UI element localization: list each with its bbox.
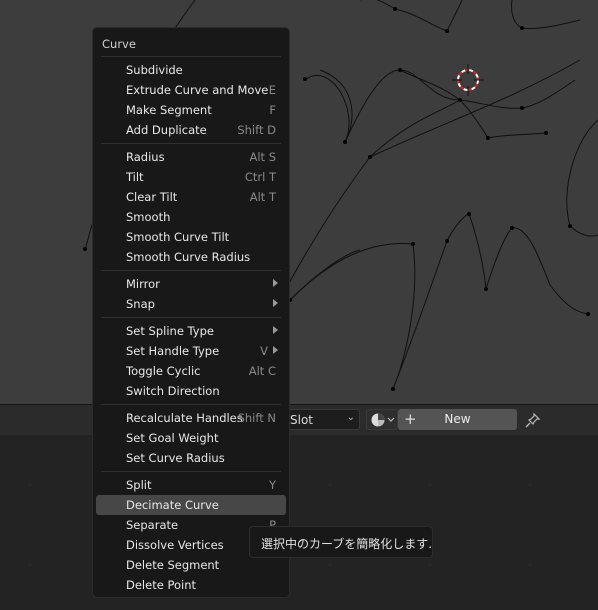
menu-item-label: Toggle Cyclic [126, 364, 201, 378]
menu-item-label: Smooth Curve Tilt [126, 230, 230, 244]
new-material-button[interactable]: + New [398, 409, 517, 430]
menu-item-switch-direction[interactable]: Switch Direction [96, 381, 286, 401]
menu-separator [101, 404, 281, 405]
menu-item-set-goal-weight[interactable]: Set Goal Weight [96, 428, 286, 448]
menu-separator [101, 317, 281, 318]
menu-separator [101, 270, 281, 271]
menu-title: Curve [102, 37, 136, 51]
menu-item-label: Radius [126, 150, 165, 164]
curve-menu: Curve Subdivide Extrude Curve and Move E… [92, 27, 290, 598]
menu-item-shortcut: Y [268, 478, 276, 492]
menu-item-delete-point[interactable]: Delete Point [96, 575, 286, 595]
menu-item-label: Clear Tilt [126, 190, 178, 204]
tooltip: 選択中のカーブを簡略化します. [249, 526, 433, 558]
menu-item-label: Dissolve Vertices [126, 538, 224, 552]
menu-item-decimate-curve[interactable]: Decimate Curve [96, 495, 286, 515]
pin-icon[interactable] [524, 411, 542, 429]
menu-item-label: Delete Segment [126, 558, 220, 572]
3d-cursor-icon [452, 64, 484, 96]
menu-item-snap[interactable]: Snap [96, 294, 286, 314]
menu-item-set-handle-type[interactable]: Set Handle Type V [96, 341, 286, 361]
menu-item-label: Switch Direction [126, 384, 220, 398]
menu-item-set-curve-radius[interactable]: Set Curve Radius [96, 448, 286, 468]
menu-separator [101, 56, 281, 57]
menu-item-smooth[interactable]: Smooth [96, 207, 286, 227]
menu-item-label: Make Segment [126, 103, 212, 117]
menu-item-add-duplicate[interactable]: Add Duplicate Shift D [96, 120, 286, 140]
menu-item-label: Set Spline Type [126, 324, 214, 338]
material-browse-button[interactable] [366, 409, 398, 430]
menu-item-label: Set Curve Radius [126, 451, 225, 465]
menu-item-toggle-cyclic[interactable]: Toggle Cyclic Alt C [96, 361, 286, 381]
menu-item-label: Decimate Curve [126, 498, 219, 512]
menu-item-shortcut: F [269, 103, 276, 117]
menu-item-tilt[interactable]: Tilt Ctrl T [96, 167, 286, 187]
menu-item-shortcut: Alt T [249, 190, 276, 204]
menu-item-radius[interactable]: Radius Alt S [96, 147, 286, 167]
menu-item-shortcut: Ctrl T [244, 170, 276, 184]
chevron-down-icon: ⌄ [346, 412, 355, 423]
slot-dropdown[interactable]: Slot ⌄ [284, 409, 360, 430]
menu-item-shortcut: Shift N [237, 411, 276, 425]
menu-item-label: Subdivide [126, 63, 183, 77]
panel-background-dots [29, 484, 531, 566]
new-button-label: New [444, 412, 471, 426]
tooltip-text: 選択中のカーブを簡略化します. [261, 537, 433, 551]
menu-item-label: Delete Point [126, 578, 196, 592]
menu-item-label: Tilt [126, 170, 144, 184]
arrow-right-icon [273, 299, 278, 307]
menu-item-label: Add Duplicate [126, 123, 207, 137]
menu-item-shortcut: Alt S [249, 150, 276, 164]
menu-item-clear-tilt[interactable]: Clear Tilt Alt T [96, 187, 286, 207]
menu-item-mirror[interactable]: Mirror [96, 274, 286, 294]
arrow-right-icon [273, 346, 278, 354]
menu-item-label: Set Handle Type [126, 344, 220, 358]
menu-item-shortcut: Alt C [248, 364, 276, 378]
menu-item-label: Extrude Curve and Move [126, 83, 269, 97]
slot-label: Slot [290, 413, 313, 427]
properties-panel [0, 404, 598, 610]
menu-item-split[interactable]: Split Y [96, 475, 286, 495]
3d-viewport[interactable] [0, 0, 598, 404]
menu-separator [101, 471, 281, 472]
curve-canvas [83, 0, 598, 404]
menu-item-shortcut: E [268, 83, 276, 97]
menu-item-make-segment[interactable]: Make Segment F [96, 100, 286, 120]
menu-item-extrude-curve-and-move[interactable]: Extrude Curve and Move E [96, 80, 286, 100]
menu-item-smooth-curve-tilt[interactable]: Smooth Curve Tilt [96, 227, 286, 247]
menu-item-set-spline-type[interactable]: Set Spline Type [96, 321, 286, 341]
menu-item-label: Split [126, 478, 152, 492]
material-sphere-icon [371, 413, 395, 427]
menu-item-label: Separate [126, 518, 179, 532]
menu-item-shortcut: Shift D [237, 123, 276, 137]
menu-item-smooth-curve-radius[interactable]: Smooth Curve Radius [96, 247, 286, 267]
menu-item-label: Mirror [126, 277, 160, 291]
menu-item-shortcut: V [260, 344, 268, 358]
arrow-right-icon [273, 326, 278, 334]
menu-item-recalculate-handles[interactable]: Recalculate Handles Shift N [96, 408, 286, 428]
menu-item-label: Smooth Curve Radius [126, 250, 251, 264]
menu-item-label: Smooth [126, 210, 171, 224]
menu-item-label: Recalculate Handles [126, 411, 243, 425]
menu-item-label: Set Goal Weight [126, 431, 219, 445]
menu-item-delete-segment[interactable]: Delete Segment [96, 555, 286, 575]
menu-item-subdivide[interactable]: Subdivide [96, 60, 286, 80]
menu-separator [101, 143, 281, 144]
arrow-right-icon [273, 279, 278, 287]
menu-item-label: Snap [126, 297, 155, 311]
